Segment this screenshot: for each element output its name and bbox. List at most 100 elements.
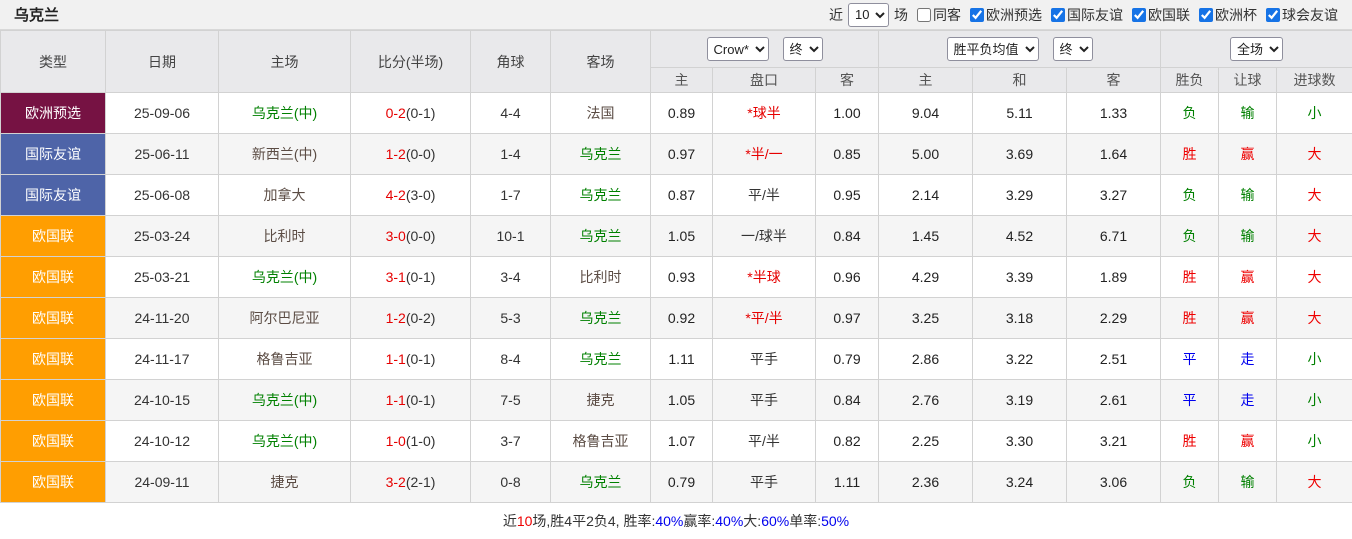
odds-home-cell: 0.93 <box>651 257 713 298</box>
result-goals-cell: 小 <box>1277 380 1352 421</box>
bookmaker-select[interactable]: Crow* <box>707 37 769 61</box>
europe-status-select[interactable]: 终 <box>1053 37 1093 61</box>
score-cell: 3-1(0-1) <box>351 257 471 298</box>
filter-欧洲杯: 欧洲杯 <box>1190 5 1257 25</box>
corner-cell: 0-8 <box>471 462 551 503</box>
score-cell: 1-1(0-1) <box>351 339 471 380</box>
date-cell: 25-09-06 <box>106 93 219 134</box>
filter-checkbox[interactable] <box>1051 8 1065 22</box>
summary-segment: 单率: <box>789 511 821 531</box>
away-team-cell: 捷克 <box>551 380 651 421</box>
odds-status-select[interactable]: 终 <box>783 37 823 61</box>
result-goals-cell: 小 <box>1277 339 1352 380</box>
odds-away-cell: 0.95 <box>816 175 879 216</box>
away-team-cell: 法国 <box>551 93 651 134</box>
corner-cell: 1-7 <box>471 175 551 216</box>
league-cell: 欧国联 <box>1 339 106 380</box>
filter-checkbox[interactable] <box>1132 8 1146 22</box>
result-handicap-cell: 输 <box>1219 175 1277 216</box>
odds-away-cell: 0.84 <box>816 380 879 421</box>
score-cell: 3-2(2-1) <box>351 462 471 503</box>
league-cell: 欧国联 <box>1 380 106 421</box>
score-cell: 1-2(0-2) <box>351 298 471 339</box>
europe-away-cell: 3.27 <box>1067 175 1161 216</box>
away-team-cell: 比利时 <box>551 257 651 298</box>
filter-checkbox[interactable] <box>917 8 931 22</box>
halftime-score: (0-0) <box>406 228 436 244</box>
handicap-cell: *半/一 <box>713 134 816 175</box>
summary-segment: 40% <box>715 513 743 529</box>
date-cell: 24-09-11 <box>106 462 219 503</box>
home-team-cell: 乌克兰(中) <box>219 421 351 462</box>
europe-draw-cell: 3.39 <box>973 257 1067 298</box>
col-header-corner: 角球 <box>471 31 551 93</box>
europe-draw-cell: 3.24 <box>973 462 1067 503</box>
filter-checkboxes: 同客欧洲预选国际友谊欧国联欧洲杯球会友谊 <box>908 5 1338 25</box>
odds-home-cell: 0.87 <box>651 175 713 216</box>
filter-checkbox[interactable] <box>1266 8 1280 22</box>
sub-header-result-wdl: 胜负 <box>1161 68 1219 93</box>
summary-segment: 40% <box>655 513 683 529</box>
home-team-cell: 乌克兰(中) <box>219 257 351 298</box>
result-handicap-cell: 赢 <box>1219 298 1277 339</box>
result-wdl-cell: 平 <box>1161 380 1219 421</box>
date-cell: 25-06-08 <box>106 175 219 216</box>
scope-select[interactable]: 全场 <box>1230 37 1283 61</box>
odds-away-cell: 0.85 <box>816 134 879 175</box>
result-goals-cell: 小 <box>1277 93 1352 134</box>
score-cell: 4-2(3-0) <box>351 175 471 216</box>
sub-header-europe-away: 客 <box>1067 68 1161 93</box>
europe-home-cell: 4.29 <box>879 257 973 298</box>
result-wdl-cell: 平 <box>1161 339 1219 380</box>
home-team-cell: 格鲁吉亚 <box>219 339 351 380</box>
result-wdl-cell: 负 <box>1161 175 1219 216</box>
away-team-cell: 乌克兰 <box>551 134 651 175</box>
home-team-cell: 乌克兰(中) <box>219 93 351 134</box>
handicap-cell: 一/球半 <box>713 216 816 257</box>
handicap-cell: *球半 <box>713 93 816 134</box>
europe-draw-cell: 4.52 <box>973 216 1067 257</box>
result-wdl-cell: 胜 <box>1161 257 1219 298</box>
odds-home-cell: 1.05 <box>651 380 713 421</box>
date-cell: 24-10-12 <box>106 421 219 462</box>
sub-header-handicap: 盘口 <box>713 68 816 93</box>
date-cell: 25-03-21 <box>106 257 219 298</box>
result-goals-cell: 大 <box>1277 462 1352 503</box>
match-row: 欧国联24-11-17格鲁吉亚1-1(0-1)8-4乌克兰1.11平手0.792… <box>1 339 1352 380</box>
europe-group-header: 胜平负均值 终 <box>879 31 1161 68</box>
odds-home-cell: 0.97 <box>651 134 713 175</box>
result-handicap-cell: 赢 <box>1219 257 1277 298</box>
match-row: 欧国联25-03-21乌克兰(中)3-1(0-1)3-4比利时0.93*半球0.… <box>1 257 1352 298</box>
filter-球会友谊: 球会友谊 <box>1257 5 1338 25</box>
corner-cell: 10-1 <box>471 216 551 257</box>
date-cell: 24-10-15 <box>106 380 219 421</box>
score-cell: 0-2(0-1) <box>351 93 471 134</box>
handicap-cell: 平手 <box>713 380 816 421</box>
match-row: 国际友谊25-06-08加拿大4-2(3-0)1-7乌克兰0.87平/半0.95… <box>1 175 1352 216</box>
match-row: 欧国联24-09-11捷克3-2(2-1)0-8乌克兰0.79平手1.112.3… <box>1 462 1352 503</box>
result-wdl-cell: 负 <box>1161 216 1219 257</box>
odds-home-cell: 0.89 <box>651 93 713 134</box>
match-count-select[interactable]: 10 <box>848 3 889 27</box>
europe-odds-select[interactable]: 胜平负均值 <box>947 37 1039 61</box>
home-team-cell: 新西兰(中) <box>219 134 351 175</box>
header-row-main: 类型 日期 主场 比分(半场) 角球 客场 Crow* 终 胜 <box>1 31 1352 68</box>
europe-home-cell: 9.04 <box>879 93 973 134</box>
home-team-cell: 乌克兰(中) <box>219 380 351 421</box>
odds-home-cell: 0.92 <box>651 298 713 339</box>
filter-checkbox[interactable] <box>970 8 984 22</box>
result-handicap-cell: 输 <box>1219 216 1277 257</box>
filter-checkbox[interactable] <box>1199 8 1213 22</box>
europe-away-cell: 1.64 <box>1067 134 1161 175</box>
corner-cell: 4-4 <box>471 93 551 134</box>
europe-home-cell: 3.25 <box>879 298 973 339</box>
result-wdl-cell: 负 <box>1161 462 1219 503</box>
league-cell: 欧国联 <box>1 421 106 462</box>
match-row: 欧国联24-11-20阿尔巴尼亚1-2(0-2)5-3乌克兰0.92*平/半0.… <box>1 298 1352 339</box>
filter-欧国联: 欧国联 <box>1123 5 1190 25</box>
away-team-cell: 乌克兰 <box>551 298 651 339</box>
europe-away-cell: 2.61 <box>1067 380 1161 421</box>
filter-label: 球会友谊 <box>1282 5 1338 25</box>
filter-controls: 近 10 场 同客欧洲预选国际友谊欧国联欧洲杯球会友谊 <box>829 3 1338 27</box>
summary-segment: 60% <box>761 513 789 529</box>
